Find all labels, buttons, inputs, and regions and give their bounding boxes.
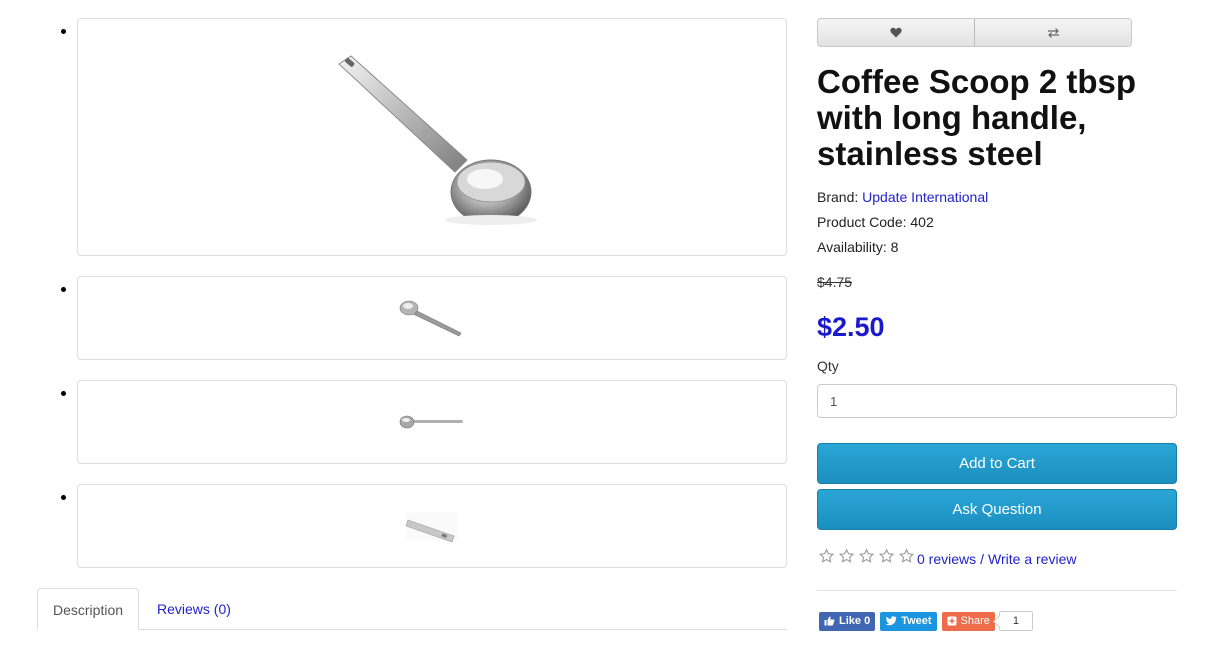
compare-arrows-icon [1047,27,1059,38]
share-button[interactable]: Share [941,611,995,631]
twitter-bird-icon [885,616,897,626]
product-code-line: Product Code: 402 [817,214,934,230]
ask-question-button[interactable]: Ask Question [817,489,1177,530]
add-to-wishlist-button[interactable] [817,18,975,47]
star-icon [878,548,895,563]
facebook-like-button[interactable]: Like 0 [819,611,876,631]
share-label: Share [960,615,990,627]
rating-separator: / [980,550,985,567]
gallery-thumbnail[interactable] [77,380,787,464]
rating-row: 0 reviews / Write a review [817,548,1076,569]
product-tabs: Description Reviews (0) [37,588,787,630]
tab-description[interactable]: Description [37,588,139,630]
star-icon [838,548,855,563]
coffee-scoop-thumbnail [399,415,463,429]
gallery-thumbnail[interactable] [77,276,787,360]
brand-label: Brand: [817,189,859,205]
coffee-scoop-image [338,55,537,225]
star-icon [898,548,915,563]
share-count: 1 [998,611,1033,631]
brand-link[interactable]: Update International [862,189,988,205]
write-review-link[interactable]: Write a review [988,551,1076,567]
current-price: $2.50 [817,312,885,342]
product-title: Coffee Scoop 2 tbsp with long handle, st… [817,63,1137,172]
thumbs-up-icon [824,616,835,626]
tab-reviews[interactable]: Reviews (0) [142,588,246,630]
old-price: $4.75 [817,274,853,290]
qty-label: Qty [817,358,839,374]
facebook-like-label: Like 0 [839,615,871,627]
heart-icon [890,27,902,38]
coffee-scoop-thumbnail [405,512,458,543]
wishlist-compare-group [817,18,1132,47]
star-icon [818,548,835,563]
list-bullet [61,29,66,34]
rating-stars [817,548,917,569]
brand-line: Brand: Update International [817,189,988,205]
divider [817,590,1177,591]
list-bullet [61,495,66,500]
availability-line: Availability: 8 [817,239,898,255]
list-bullet [61,391,66,396]
gallery-main-image[interactable] [77,18,787,256]
coffee-scoop-thumbnail [399,300,462,337]
qty-input[interactable] [817,384,1177,418]
star-icon [858,548,875,563]
share-plus-icon [947,616,957,626]
gallery-thumbnail[interactable] [77,484,787,568]
tweet-button[interactable]: Tweet [880,611,937,631]
social-share-bar: Like 0 Tweet Share 1 [819,611,1033,631]
tweet-label: Tweet [901,615,932,627]
add-to-cart-button[interactable]: Add to Cart [817,443,1177,484]
reviews-link[interactable]: 0 reviews [917,551,976,567]
product-code-label: Product Code: [817,214,907,230]
list-bullet [61,287,66,292]
availability-label: Availability: [817,239,887,255]
compare-button[interactable] [975,18,1132,47]
availability-value: 8 [890,239,899,255]
product-code-value: 402 [910,214,934,230]
